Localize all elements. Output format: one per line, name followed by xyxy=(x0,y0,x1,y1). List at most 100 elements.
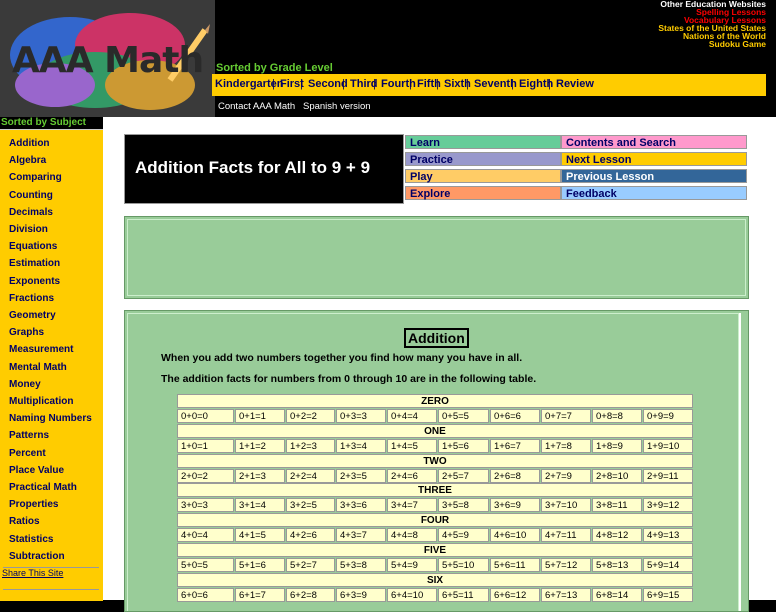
fact-cell: 4+7=11 xyxy=(541,528,591,543)
fact-cell: 5+6=11 xyxy=(490,558,540,572)
fact-cell: 0+0=0 xyxy=(177,409,234,423)
aaa-math-logo[interactable]: AAA Math xyxy=(0,0,215,117)
fact-cell: 0+6=6 xyxy=(490,409,540,423)
fact-cell: 1+8=9 xyxy=(592,438,642,453)
tab-previous-lesson[interactable]: Previous Lesson xyxy=(561,169,747,183)
sorted-by-subject-label: Sorted by Subject xyxy=(0,117,104,129)
other-link-5[interactable]: Sudoku Game xyxy=(658,40,766,49)
subject-link-subtraction[interactable]: Subtraction xyxy=(9,551,65,562)
fact-cell: 1+0=1 xyxy=(177,438,234,453)
fact-cell: 2+6=8 xyxy=(490,468,540,483)
tab-contents-and-search[interactable]: Contents and Search xyxy=(561,135,747,149)
fact-cell: 4+3=7 xyxy=(336,528,386,543)
subject-link-equations[interactable]: Equations xyxy=(9,241,57,252)
fact-cell: 4+9=13 xyxy=(643,528,693,543)
main-content: Addition Facts for All to 9 + 9 Learn Con… xyxy=(103,117,776,612)
fact-cell: 5+2=7 xyxy=(286,558,335,572)
page-title: Addition Facts for All to 9 + 9 xyxy=(135,158,371,177)
tab-play[interactable]: Play xyxy=(405,169,561,183)
grade-separator: | xyxy=(342,78,345,90)
tab-practice[interactable]: Practice xyxy=(405,152,561,166)
grade-separator: | xyxy=(272,78,275,90)
fact-cell: 0+4=4 xyxy=(387,409,437,423)
subject-link-practical-math[interactable]: Practical Math xyxy=(9,482,77,493)
fact-cell: 1+3=4 xyxy=(336,438,386,453)
other-links: Other Education Websites Spelling Lessons… xyxy=(658,0,766,48)
fact-cell: 1+4=5 xyxy=(387,438,437,453)
subject-link-ratios[interactable]: Ratios xyxy=(9,516,40,527)
fact-cell: 3+7=10 xyxy=(541,498,591,513)
subject-link-multiplication[interactable]: Multiplication xyxy=(9,396,73,407)
subject-link-statistics[interactable]: Statistics xyxy=(9,534,53,545)
subject-link-properties[interactable]: Properties xyxy=(9,499,58,510)
fact-cell: 3+0=3 xyxy=(177,498,234,513)
fact-group-title: TWO xyxy=(177,453,693,468)
subject-link-exponents[interactable]: Exponents xyxy=(9,276,60,287)
fact-cell: 0+7=7 xyxy=(541,409,591,423)
fact-cell: 3+3=6 xyxy=(336,498,386,513)
fact-cell: 2+3=5 xyxy=(336,468,386,483)
fact-cell: 3+9=12 xyxy=(643,498,693,513)
fact-cell: 4+8=12 xyxy=(592,528,642,543)
tab-next-lesson[interactable]: Next Lesson xyxy=(561,152,747,166)
fact-cell: 2+8=10 xyxy=(592,468,642,483)
ad-area xyxy=(124,216,749,299)
subject-link-measurement[interactable]: Measurement xyxy=(9,344,73,355)
subject-link-place-value[interactable]: Place Value xyxy=(9,465,64,476)
subject-link-percent[interactable]: Percent xyxy=(9,448,46,459)
fact-group-title: SIX xyxy=(177,572,693,587)
fact-cell: 1+6=7 xyxy=(490,438,540,453)
grade-separator: | xyxy=(409,78,412,90)
grade-separator: | xyxy=(466,78,469,90)
grade-separator: | xyxy=(436,78,439,90)
share-site-link[interactable]: Share This Site xyxy=(2,568,63,578)
subject-link-graphs[interactable]: Graphs xyxy=(9,327,44,338)
fact-cell: 2+5=7 xyxy=(438,468,489,483)
tab-explore[interactable]: Explore xyxy=(405,186,561,200)
subject-link-comparing[interactable]: Comparing xyxy=(9,172,62,183)
subject-link-geometry[interactable]: Geometry xyxy=(9,310,56,321)
page-title-box: Addition Facts for All to 9 + 9 xyxy=(124,134,404,204)
tab-learn[interactable]: Learn xyxy=(405,135,561,149)
fact-cell: 1+7=8 xyxy=(541,438,591,453)
subject-link-mental-math[interactable]: Mental Math xyxy=(9,362,67,373)
subject-link-estimation[interactable]: Estimation xyxy=(9,258,60,269)
fact-cell: 3+6=9 xyxy=(490,498,540,513)
subject-link-money[interactable]: Money xyxy=(9,379,41,390)
lesson-content-inner: Addition When you add two numbers togeth… xyxy=(127,313,739,611)
fact-cell: 3+1=4 xyxy=(235,498,285,513)
fact-cell: 0+5=5 xyxy=(438,409,489,423)
fact-cell: 5+8=13 xyxy=(592,558,642,572)
subject-link-addition[interactable]: Addition xyxy=(9,138,50,149)
lesson-content: Addition When you add two numbers togeth… xyxy=(124,310,749,612)
subject-link-division[interactable]: Division xyxy=(9,224,48,235)
subject-sidebar: Addition Algebra Comparing Counting Decimals… xyxy=(0,129,103,601)
subject-link-fractions[interactable]: Fractions xyxy=(9,293,54,304)
subject-link-algebra[interactable]: Algebra xyxy=(9,155,46,166)
section-title: Addition xyxy=(404,328,469,348)
fact-cell: 1+2=3 xyxy=(286,438,335,453)
spanish-version-link[interactable]: Spanish version xyxy=(303,101,371,112)
site-header: AAA Math Other Education Websites Spellin… xyxy=(0,0,776,117)
fact-cell: 4+6=10 xyxy=(490,528,540,543)
tab-feedback[interactable]: Feedback xyxy=(561,186,747,200)
grade-separator: | xyxy=(373,78,376,90)
subject-link-decimals[interactable]: Decimals xyxy=(9,207,53,218)
grade-link-review[interactable]: Review xyxy=(556,78,594,90)
fact-cell: 2+2=4 xyxy=(286,468,335,483)
grade-separator: | xyxy=(511,78,514,90)
fact-cell: 5+4=9 xyxy=(387,558,437,572)
intro-paragraph: When you add two numbers together you fi… xyxy=(161,352,523,364)
subject-link-naming-numbers[interactable]: Naming Numbers xyxy=(9,413,92,424)
fact-cell: 5+7=12 xyxy=(541,558,591,572)
subject-link-counting[interactable]: Counting xyxy=(9,190,53,201)
contact-link[interactable]: Contact AAA Math xyxy=(218,101,295,112)
fact-cell: 2+1=3 xyxy=(235,468,285,483)
fact-cell: 0+8=8 xyxy=(592,409,642,423)
fact-group-title: FIVE xyxy=(177,543,693,557)
fact-cell: 2+9=11 xyxy=(643,468,693,483)
fact-cell: 5+1=6 xyxy=(235,558,285,572)
grade-separator: | xyxy=(548,78,551,90)
subject-link-patterns[interactable]: Patterns xyxy=(9,430,49,441)
fact-cell: 1+1=2 xyxy=(235,438,285,453)
